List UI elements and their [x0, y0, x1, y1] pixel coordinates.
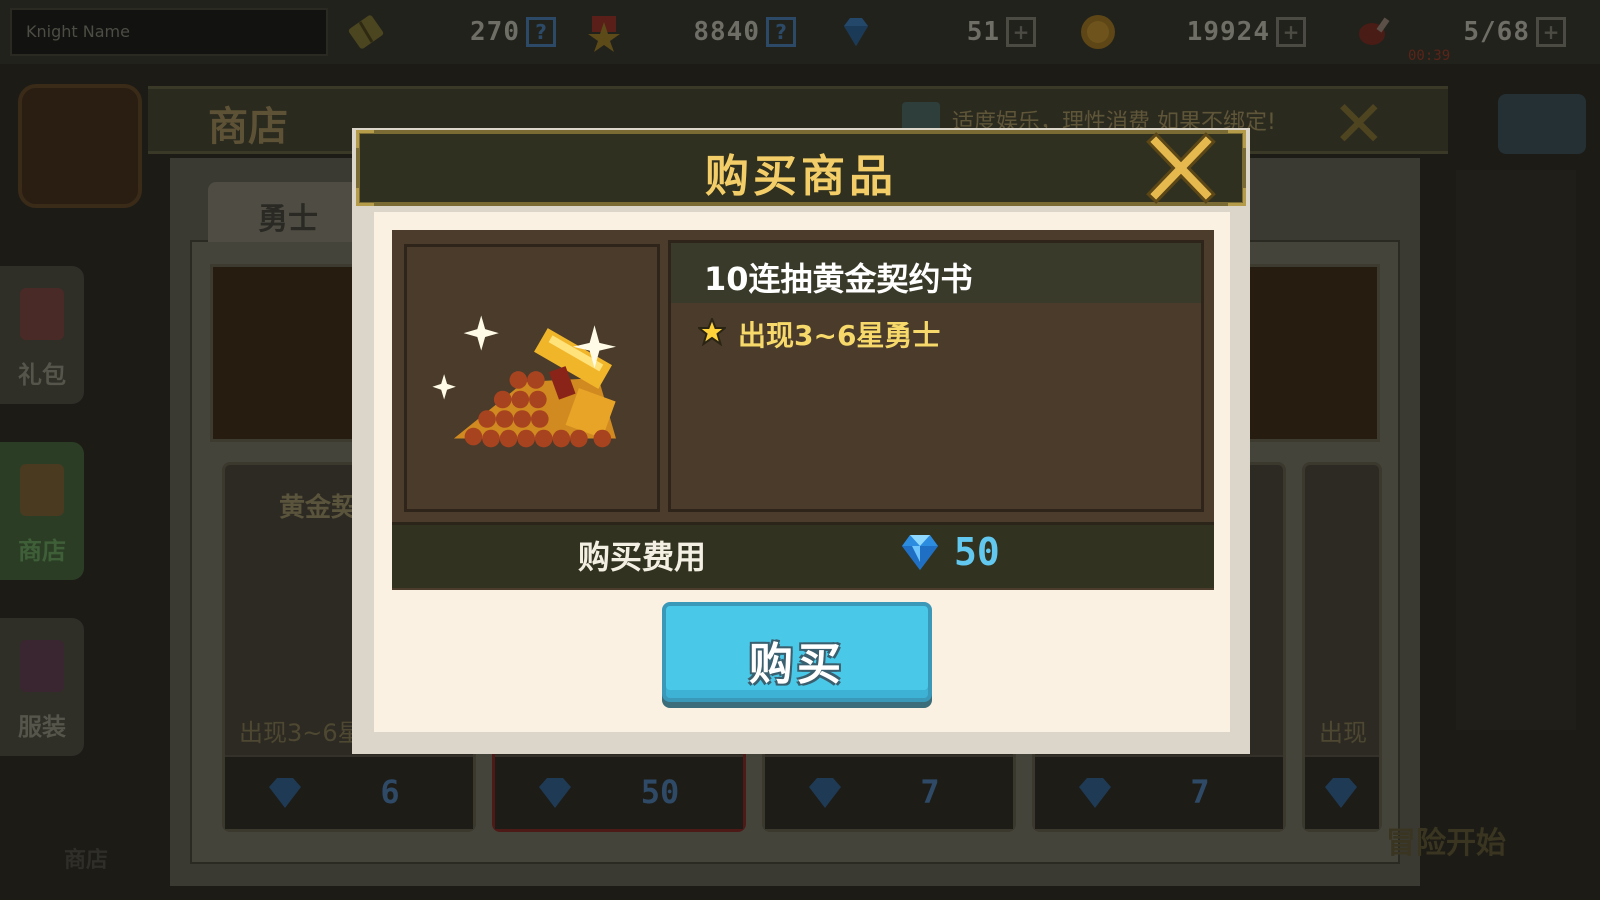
buy-button[interactable]: 购买 — [662, 602, 932, 702]
sidebar-item-costume[interactable]: 服装 — [0, 618, 84, 756]
card-name: 黄金契 — [279, 493, 358, 523]
card-price-bar[interactable]: 6 — [225, 755, 473, 829]
diamond-icon — [269, 778, 301, 808]
shop-icon — [20, 464, 64, 516]
bottom-shop-label[interactable]: 商店 — [64, 842, 108, 874]
gold-bars-icon — [432, 315, 616, 448]
diamond-icon — [539, 778, 571, 808]
purchase-dialog-header: 购买商品 — [356, 130, 1246, 206]
hero-list-panel[interactable] — [1456, 170, 1576, 730]
sidebar-item-gift[interactable]: 礼包 — [0, 266, 84, 404]
game-screen: Knight Name 270 ? 8840 ? 51 + 19924 + 5/… — [0, 0, 1600, 900]
card-price: 7 — [1190, 773, 1210, 811]
sidebar-item-shop[interactable]: 商店 — [0, 442, 84, 580]
buy-button-label: 购买 — [749, 639, 845, 690]
stamina-timer: 00:39 — [1408, 48, 1451, 64]
diamond-icon — [902, 535, 938, 570]
shop-title: 商店 — [208, 104, 288, 150]
item-name: 10连抽黄金契约书 — [704, 260, 973, 298]
player-name-box[interactable]: Knight Name — [10, 8, 328, 56]
trophy-counter: 8840 ? — [640, 12, 810, 52]
card-price-bar[interactable]: 50 — [495, 755, 743, 829]
stamina-counter: 5/68 + — [1440, 12, 1580, 52]
cost-bar — [392, 522, 1214, 588]
ticket-icon — [348, 15, 384, 49]
gift-icon — [20, 288, 64, 340]
trophy-value: 8840 — [693, 17, 760, 47]
card-price-bar[interactable] — [1305, 755, 1379, 829]
card-price-bar[interactable]: 7 — [765, 755, 1013, 829]
diamond-value: 51 — [966, 17, 1000, 47]
stamina-value: 5/68 — [1463, 17, 1530, 47]
diamond-icon — [809, 778, 841, 808]
gold-value: 19924 — [1186, 17, 1270, 47]
card-price: 6 — [380, 773, 400, 811]
ticket-help-button[interactable]: ? — [526, 17, 556, 47]
star-icon — [698, 318, 726, 346]
gold-counter: 19924 + — [1160, 12, 1320, 52]
close-icon[interactable] — [1146, 130, 1216, 204]
dialog-title: 购买商品 — [705, 151, 897, 202]
shop-card[interactable]: 出现 — [1302, 462, 1382, 832]
card-price: 7 — [920, 773, 940, 811]
trophy-help-button[interactable]: ? — [766, 17, 796, 47]
card-price-bar[interactable]: 7 — [1035, 755, 1283, 829]
diamond-icon — [844, 18, 868, 46]
stamina-add-button[interactable]: + — [1536, 17, 1566, 47]
adventure-start-button[interactable]: 冒险开始 — [1386, 818, 1506, 862]
ticket-counter: 270 ? — [430, 12, 570, 52]
player-avatar[interactable] — [18, 84, 142, 208]
trophy-star-icon — [588, 16, 620, 52]
chat-button[interactable] — [1498, 94, 1586, 154]
cost-value: 50 — [954, 530, 1000, 574]
diamond-add-button[interactable]: + — [1006, 17, 1036, 47]
sidebar-item-label: 礼包 — [18, 361, 66, 389]
cost-label: 购买费用 — [578, 538, 707, 576]
tab-brave[interactable]: 勇士 — [208, 182, 368, 242]
costume-icon — [20, 640, 64, 692]
sidebar-item-label: 服装 — [18, 713, 66, 741]
notice-close-icon[interactable]: ✕ — [1332, 88, 1386, 162]
card-star-text: 出现 — [1319, 719, 1367, 747]
card-price: 50 — [640, 773, 680, 811]
meat-icon — [1359, 17, 1390, 45]
sidebar-item-label: 商店 — [18, 537, 66, 565]
ticket-value: 270 — [470, 17, 520, 47]
resource-bar: Knight Name 270 ? 8840 ? 51 + 19924 + 5/… — [0, 0, 1600, 64]
item-image-box — [404, 244, 660, 512]
diamond-icon — [1325, 778, 1357, 808]
gold-add-button[interactable]: + — [1276, 17, 1306, 47]
diamond-counter: 51 + — [940, 12, 1050, 52]
diamond-icon — [1079, 778, 1111, 808]
item-description: 出现3~6星勇士 — [738, 319, 941, 352]
gold-coin-icon — [1081, 15, 1115, 49]
